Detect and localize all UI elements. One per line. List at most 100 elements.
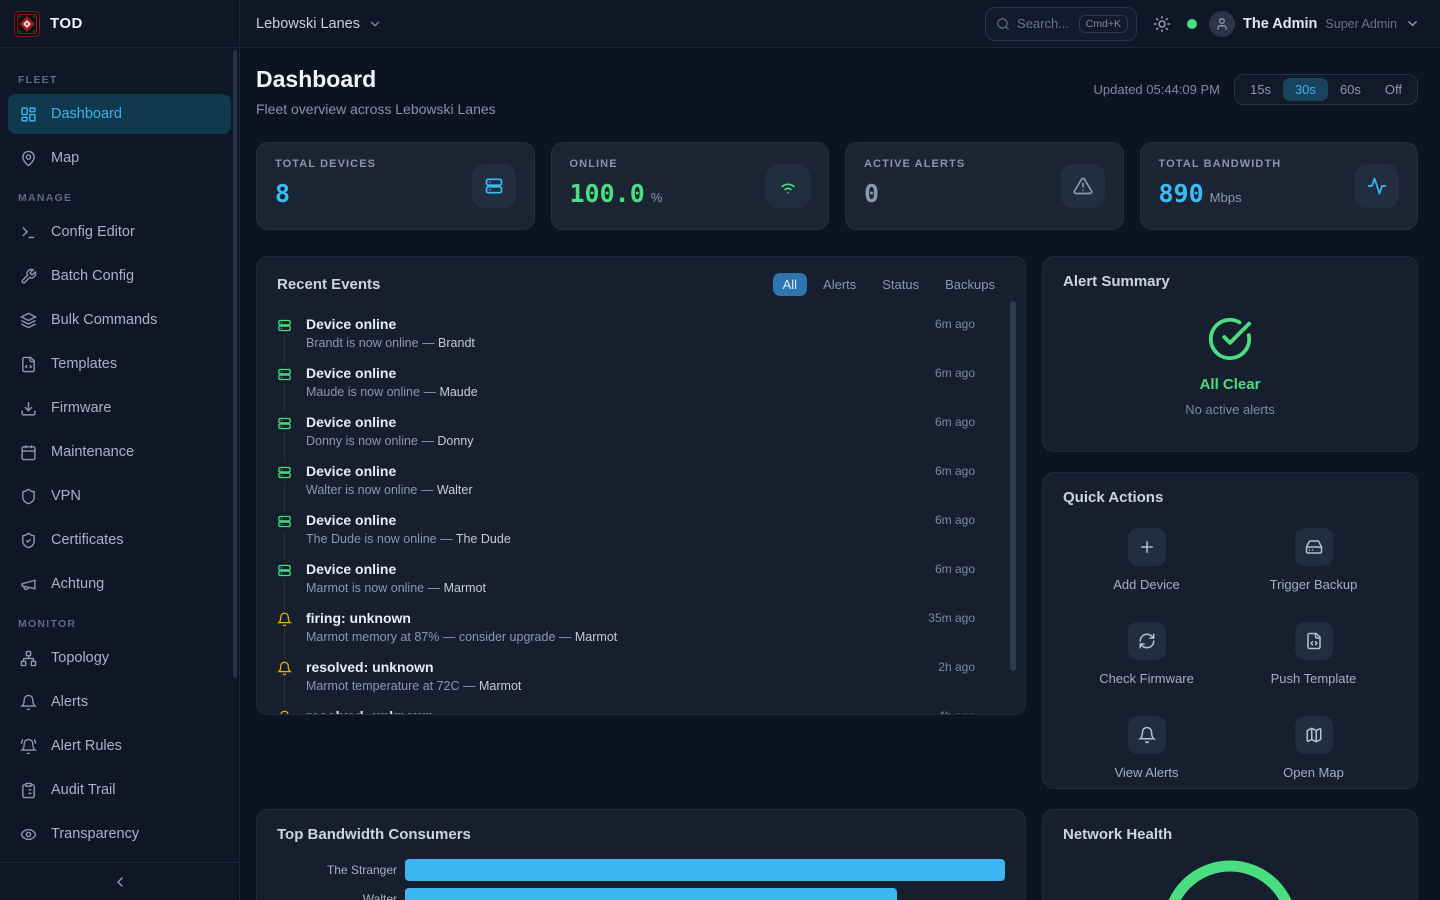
sidebar-item-certificates[interactable]: Certificates bbox=[8, 520, 231, 560]
theme-toggle-button[interactable] bbox=[1149, 11, 1175, 37]
bell-icon bbox=[20, 694, 37, 711]
sidebar-item-dashboard[interactable]: Dashboard bbox=[8, 94, 231, 134]
sun-icon bbox=[1153, 15, 1171, 33]
interval-off-button[interactable]: Off bbox=[1373, 78, 1414, 101]
stat-value: 0 bbox=[864, 179, 879, 208]
quick-action-label: Add Device bbox=[1113, 577, 1179, 592]
event-time: 6m ago bbox=[935, 462, 975, 478]
event-detail: The Dude is now online — The Dude bbox=[306, 532, 935, 546]
clipboard-list-icon bbox=[20, 782, 37, 799]
sidebar-item-bulk-commands[interactable]: Bulk Commands bbox=[8, 300, 231, 340]
sidebar-item-transparency[interactable]: Transparency bbox=[8, 814, 231, 854]
event-row: resolved: unknown Marmot temperature at … bbox=[277, 653, 1005, 702]
sidebar-item-label: Dashboard bbox=[51, 106, 122, 122]
file-code-icon bbox=[20, 356, 37, 373]
sidebar-item-map[interactable]: Map bbox=[8, 138, 231, 178]
connection-status-dot bbox=[1187, 19, 1197, 29]
event-row: Device online Marmot is now online — Mar… bbox=[277, 555, 1005, 604]
events-scrollbar bbox=[1010, 299, 1016, 700]
server-icon bbox=[472, 164, 516, 208]
event-device: Donny bbox=[437, 434, 473, 448]
fleet-selector[interactable]: Lebowski Lanes bbox=[256, 16, 382, 32]
event-title: Device online bbox=[306, 364, 935, 382]
chevron-down-icon bbox=[1405, 16, 1420, 31]
server-icon bbox=[277, 413, 292, 433]
interval-15s-button[interactable]: 15s bbox=[1238, 78, 1283, 101]
tab-alerts[interactable]: Alerts bbox=[813, 273, 866, 296]
sidebar-item-audit-trail[interactable]: Audit Trail bbox=[8, 770, 231, 810]
trigger-backup-button[interactable]: Trigger Backup bbox=[1230, 528, 1397, 592]
nav-section-fleet: FLEET bbox=[8, 72, 231, 88]
layout-dashboard-icon bbox=[20, 106, 37, 123]
server-icon bbox=[277, 462, 292, 482]
event-detail: Donny is now online — Donny bbox=[306, 434, 935, 448]
push-template-button[interactable]: Push Template bbox=[1230, 622, 1397, 686]
bandwidth-consumers-panel: Top Bandwidth Consumers The Stranger Wal… bbox=[256, 809, 1026, 900]
stat-unit: % bbox=[651, 190, 663, 205]
event-title: Device online bbox=[306, 462, 935, 480]
event-detail: Walter is now online — Walter bbox=[306, 483, 935, 497]
server-icon bbox=[277, 364, 292, 384]
network-health-panel: Network Health 100 bbox=[1042, 809, 1418, 900]
sidebar-item-topology[interactable]: Topology bbox=[8, 638, 231, 678]
alert-summary-status: All Clear bbox=[1200, 376, 1261, 393]
event-title: Device online bbox=[306, 560, 935, 578]
bandwidth-device-label: The Stranger bbox=[277, 863, 405, 877]
avatar bbox=[1209, 11, 1235, 37]
sidebar-collapse-button[interactable] bbox=[0, 862, 239, 900]
open-map-button[interactable]: Open Map bbox=[1230, 716, 1397, 780]
event-device: Marmot bbox=[444, 581, 486, 595]
chevron-left-icon bbox=[112, 874, 128, 890]
bell-icon bbox=[277, 707, 292, 715]
sidebar-item-templates[interactable]: Templates bbox=[8, 344, 231, 384]
events-scrollbar-thumb[interactable] bbox=[1010, 301, 1016, 671]
sidebar-item-config-editor[interactable]: Config Editor bbox=[8, 212, 231, 252]
event-time: 6m ago bbox=[935, 560, 975, 576]
event-time: 6m ago bbox=[935, 511, 975, 527]
sidebar-item-vpn[interactable]: VPN bbox=[8, 476, 231, 516]
sidebar-item-alerts[interactable]: Alerts bbox=[8, 682, 231, 722]
hard-drive-icon bbox=[1295, 528, 1333, 566]
fleet-selector-label: Lebowski Lanes bbox=[256, 16, 360, 32]
event-device: Brandt bbox=[438, 336, 475, 350]
event-title: resolved: unknown bbox=[306, 658, 938, 676]
search-shortcut-badge: Cmd+K bbox=[1079, 15, 1128, 33]
wifi-icon bbox=[766, 164, 810, 208]
bandwidth-chart: The Stranger Walter bbox=[277, 859, 1005, 900]
sidebar-item-achtung[interactable]: Achtung bbox=[8, 564, 231, 604]
sidebar-item-firmware[interactable]: Firmware bbox=[8, 388, 231, 428]
interval-60s-button[interactable]: 60s bbox=[1328, 78, 1373, 101]
alert-triangle-icon bbox=[1061, 164, 1105, 208]
sidebar-item-batch-config[interactable]: Batch Config bbox=[8, 256, 231, 296]
event-device: Walter bbox=[437, 483, 473, 497]
check-firmware-button[interactable]: Check Firmware bbox=[1063, 622, 1230, 686]
tab-all[interactable]: All bbox=[773, 273, 807, 296]
event-detail: Marmot is now online — Marmot bbox=[306, 581, 935, 595]
stat-label: TOTAL DEVICES bbox=[275, 158, 376, 170]
sidebar-scrollbar[interactable] bbox=[233, 50, 237, 678]
sidebar-nav: FLEET Dashboard Map MANAGE Config Edi bbox=[0, 48, 239, 862]
user-icon bbox=[1215, 17, 1229, 31]
bell-icon bbox=[277, 609, 292, 629]
updated-timestamp: Updated 05:44:09 PM bbox=[1094, 82, 1220, 97]
tab-status[interactable]: Status bbox=[872, 273, 929, 296]
event-time: 4h ago bbox=[938, 707, 975, 715]
sidebar-item-alert-rules[interactable]: Alert Rules bbox=[8, 726, 231, 766]
interval-30s-button[interactable]: 30s bbox=[1283, 78, 1328, 101]
event-title: resolved: unknown bbox=[306, 707, 938, 715]
sidebar-item-maintenance[interactable]: Maintenance bbox=[8, 432, 231, 472]
search-icon bbox=[996, 17, 1010, 31]
sidebar-item-label: Templates bbox=[51, 356, 117, 372]
terminal-icon bbox=[20, 224, 37, 241]
quick-action-label: Open Map bbox=[1283, 765, 1344, 780]
search-input[interactable] bbox=[1017, 16, 1072, 31]
view-alerts-button[interactable]: View Alerts bbox=[1063, 716, 1230, 780]
stat-unit: Mbps bbox=[1210, 190, 1242, 205]
sidebar-item-label: VPN bbox=[51, 488, 81, 504]
user-menu[interactable]: The Admin Super Admin bbox=[1209, 11, 1420, 37]
add-device-button[interactable]: Add Device bbox=[1063, 528, 1230, 592]
quick-action-label: View Alerts bbox=[1114, 765, 1178, 780]
tab-backups[interactable]: Backups bbox=[935, 273, 1005, 296]
download-icon bbox=[20, 400, 37, 417]
quick-action-label: Check Firmware bbox=[1099, 671, 1194, 686]
